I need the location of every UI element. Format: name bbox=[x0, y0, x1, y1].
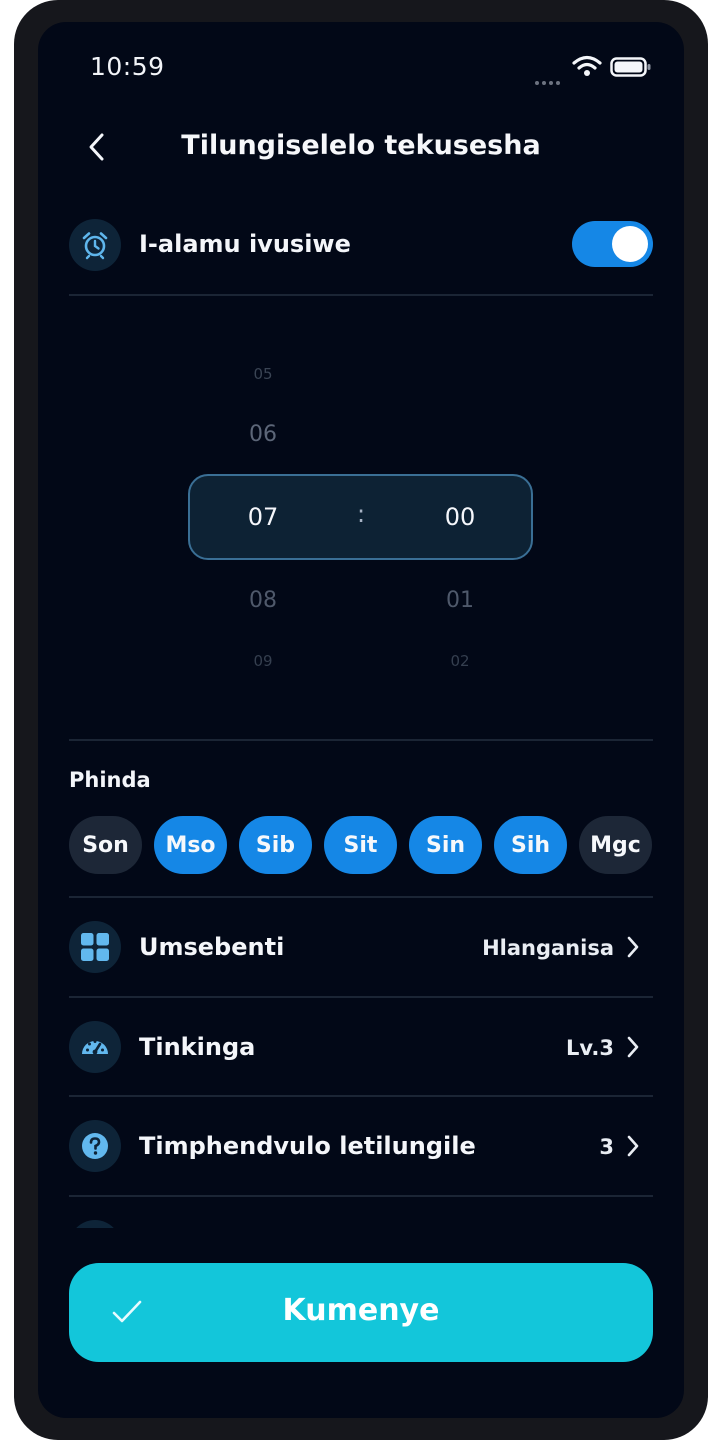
confirm-button[interactable]: Kumenye bbox=[69, 1263, 653, 1362]
picker-hour-option[interactable]: 05 bbox=[223, 365, 303, 383]
battery-icon bbox=[610, 57, 651, 77]
grid-icon bbox=[69, 921, 121, 973]
speedometer-icon bbox=[69, 1021, 121, 1073]
day-chip-sin[interactable]: Sin bbox=[409, 816, 482, 874]
chevron-right-icon bbox=[627, 1135, 639, 1157]
divider bbox=[69, 1195, 653, 1197]
alarm-clock-icon bbox=[69, 219, 121, 271]
chevron-right-icon bbox=[627, 1036, 639, 1058]
selected-hour[interactable]: 07 bbox=[223, 503, 303, 531]
settings-row-label: Tinkinga bbox=[139, 1033, 256, 1061]
picker-hour-option[interactable]: 06 bbox=[223, 422, 303, 447]
toggle-knob bbox=[612, 226, 648, 262]
device-frame: 10:59 Tilungiselelo tekusesha I-alamu iv… bbox=[14, 0, 708, 1440]
alarm-toggle-switch[interactable] bbox=[572, 221, 653, 267]
question-icon bbox=[69, 1120, 121, 1172]
next-row-icon-peek bbox=[69, 1220, 121, 1228]
chevron-right-icon bbox=[627, 936, 639, 958]
app-screen: 10:59 Tilungiselelo tekusesha I-alamu iv… bbox=[38, 22, 684, 1418]
selected-minute[interactable]: 00 bbox=[420, 503, 500, 531]
wifi-icon bbox=[572, 55, 602, 76]
day-chip-son[interactable]: Son bbox=[69, 816, 142, 874]
settings-row-value: 3 bbox=[599, 1135, 614, 1159]
time-separator: : bbox=[356, 500, 366, 528]
picker-minute-option[interactable]: 02 bbox=[420, 652, 500, 670]
day-chip-mgc[interactable]: Mgc bbox=[579, 816, 652, 874]
picker-hour-option[interactable]: 08 bbox=[223, 588, 303, 613]
divider bbox=[69, 896, 653, 898]
day-chip-sit[interactable]: Sit bbox=[324, 816, 397, 874]
status-time: 10:59 bbox=[90, 52, 165, 81]
divider bbox=[69, 1095, 653, 1097]
divider bbox=[69, 739, 653, 741]
settings-row-label: Timphendvulo letilungile bbox=[139, 1132, 476, 1160]
divider bbox=[69, 294, 653, 296]
day-chip-sib[interactable]: Sib bbox=[239, 816, 312, 874]
page-title: Tilungiselelo tekusesha bbox=[181, 130, 541, 161]
alarm-toggle-label: I-alamu ivusiwe bbox=[139, 230, 351, 258]
picker-minute-option[interactable]: 01 bbox=[420, 588, 500, 613]
cellular-signal-icon bbox=[535, 70, 563, 89]
settings-row-value: Hlanganisa bbox=[482, 936, 614, 960]
day-chip-mso[interactable]: Mso bbox=[154, 816, 227, 874]
settings-row-label: Umsebenti bbox=[139, 933, 285, 961]
day-chip-sih[interactable]: Sih bbox=[494, 816, 567, 874]
repeat-section-label: Phinda bbox=[69, 768, 151, 792]
picker-hour-option[interactable]: 09 bbox=[223, 652, 303, 670]
settings-row-value: Lv.3 bbox=[566, 1036, 614, 1060]
divider bbox=[69, 996, 653, 998]
confirm-button-label: Kumenye bbox=[282, 1293, 440, 1328]
